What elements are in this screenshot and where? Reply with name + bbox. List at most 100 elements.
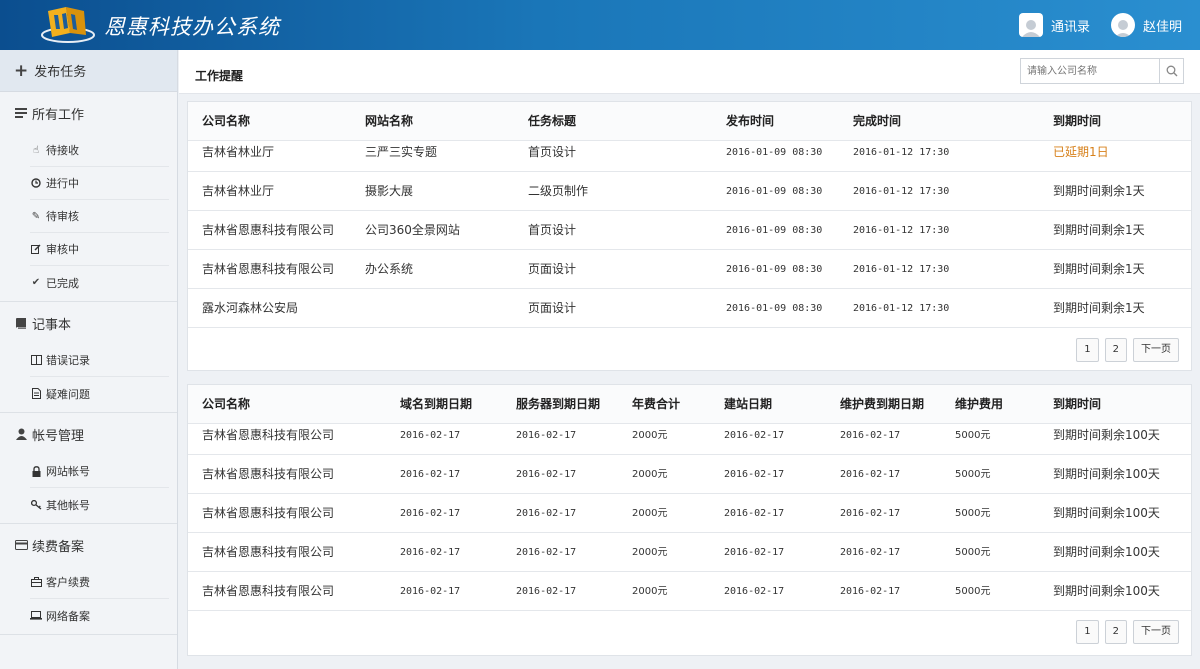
sidebar-item-other-accounts[interactable]: 其他帐号 [30, 488, 169, 521]
cell-finish-time: 2016-01-12 17:30 [853, 147, 950, 158]
avatar [1111, 13, 1135, 37]
sidebar-item-pending-receive[interactable]: ☝ 待接收 [30, 134, 169, 167]
cell-company: 吉林省恩惠科技有限公司 [202, 506, 335, 520]
cell-due-status: 到期时间剩余100天 [1053, 545, 1160, 559]
table-row[interactable]: 吉林省恩惠科技有限公司 2016-02-17 2016-02-17 2000元 … [188, 455, 1191, 494]
company-search [1020, 58, 1184, 84]
table-row[interactable]: 吉林省林业厅 三严三实专题 首页设计 2016-01-09 08:30 2016… [188, 133, 1191, 172]
cell-site: 三严三实专题 [365, 145, 438, 159]
table-row[interactable]: 吉林省恩惠科技有限公司 2016-02-17 2016-02-17 2000元 … [188, 572, 1191, 611]
sidebar-item-error-log[interactable]: 错误记录 [30, 344, 169, 377]
cell-due-status: 到期时间剩余1天 [1053, 184, 1145, 198]
laptop-icon [30, 611, 42, 620]
content-header: 工作提醒 [179, 50, 1200, 94]
sidebar-item-hard-problems[interactable]: 疑难问题 [30, 377, 169, 410]
app-title: 恩惠科技办公系统 [104, 15, 280, 39]
cell-publish-time: 2016-01-09 08:30 [726, 264, 823, 275]
search-button[interactable] [1159, 59, 1183, 83]
cell-site: 公司360全景网站 [365, 223, 460, 237]
cell-maintenance-expiry: 2016-02-17 [840, 547, 901, 558]
cell-finish-time: 2016-01-12 17:30 [853, 303, 950, 314]
sidebar-group-label: 所有工作 [32, 107, 85, 123]
cell-due-status: 到期时间剩余1天 [1053, 223, 1145, 237]
sidebar-item-label: 网站帐号 [46, 465, 90, 478]
sidebar-item-label: 客户续费 [46, 576, 90, 589]
next-page-button[interactable]: 下一页 [1133, 338, 1179, 362]
cell-maintenance-expiry: 2016-02-17 [840, 430, 901, 441]
cell-company: 露水河森林公安局 [202, 301, 299, 315]
briefcase-icon [30, 577, 42, 587]
sidebar-item-completed[interactable]: ✔ 已完成 [30, 266, 169, 299]
document-icon [30, 388, 42, 399]
company-logo[interactable] [40, 5, 96, 45]
sidebar-item-pending-review[interactable]: ✎ 待审核 [30, 200, 169, 233]
cell-domain-expiry: 2016-02-17 [400, 586, 461, 597]
cell-company: 吉林省恩惠科技有限公司 [202, 428, 335, 442]
cell-maintenance-fee: 5000元 [955, 430, 991, 441]
table-row[interactable]: 露水河森林公安局 页面设计 2016-01-09 08:30 2016-01-1… [188, 289, 1191, 328]
cell-maintenance-fee: 5000元 [955, 469, 991, 480]
page-1-button[interactable]: 1 [1076, 620, 1099, 644]
sidebar-item-customer-renewal[interactable]: 客户续费 [30, 566, 169, 599]
sidebar-item-site-accounts[interactable]: 网站帐号 [30, 455, 169, 488]
sidebar-group-renewal: 续费备案 客户续费 网络备案 [0, 524, 177, 635]
sidebar-group-all-work: 所有工作 ☝ 待接收 进行中 ✎ 待审核 审核中 ✔ 已完成 [0, 92, 177, 302]
sidebar-group-accounts: 帐号管理 网站帐号 其他帐号 [0, 413, 177, 524]
cell-build-date: 2016-02-17 [724, 430, 785, 441]
cell-annual-fee: 2000元 [632, 586, 668, 597]
sidebar-item-label: 进行中 [46, 177, 79, 190]
sidebar-item-label: 疑难问题 [46, 387, 90, 401]
task-reminder-panel: 公司名称 网站名称 任务标题 发布时间 完成时间 到期时间 吉林省林业厅 三严三… [187, 101, 1192, 371]
cell-maintenance-fee: 5000元 [955, 586, 991, 597]
table-row[interactable]: 吉林省恩惠科技有限公司 公司360全景网站 首页设计 2016-01-09 08… [188, 211, 1191, 250]
table-row[interactable]: 吉林省恩惠科技有限公司 2016-02-17 2016-02-17 2000元 … [188, 533, 1191, 572]
book-icon [14, 317, 28, 329]
cell-publish-time: 2016-01-09 08:30 [726, 186, 823, 197]
page-1-button[interactable]: 1 [1076, 338, 1099, 362]
cell-build-date: 2016-02-17 [724, 547, 785, 558]
sidebar-group-title[interactable]: 所有工作 [0, 92, 177, 134]
sidebar-group-title[interactable]: 帐号管理 [0, 413, 177, 455]
table-row[interactable]: 吉林省恩惠科技有限公司 办公系统 页面设计 2016-01-09 08:30 2… [188, 250, 1191, 289]
table-row[interactable]: 吉林省恩惠科技有限公司 2016-02-17 2016-02-17 2000元 … [188, 416, 1191, 455]
sidebar-group-title[interactable]: 续费备案 [0, 524, 177, 566]
sidebar-item-label: 错误记录 [46, 354, 90, 367]
publish-task-button[interactable]: + 发布任务 [0, 50, 177, 92]
cell-due-status: 到期时间剩余100天 [1053, 584, 1160, 598]
cell-task: 页面设计 [528, 262, 577, 276]
cell-maintenance-expiry: 2016-02-17 [840, 508, 901, 519]
contacts-link[interactable]: 通讯录 [1019, 13, 1090, 37]
cell-task: 首页设计 [528, 223, 577, 237]
sidebar-item-network-filing[interactable]: 网络备案 [30, 599, 169, 632]
plus-icon: + [14, 60, 29, 81]
cell-server-expiry: 2016-02-17 [516, 586, 577, 597]
cell-due-status: 到期时间剩余100天 [1053, 506, 1160, 520]
sidebar-item-label: 已完成 [46, 276, 79, 290]
cell-task: 页面设计 [528, 301, 577, 315]
cell-annual-fee: 2000元 [632, 547, 668, 558]
sidebar: + 发布任务 所有工作 ☝ 待接收 进行中 ✎ 待审核 审核中 ✔ 已完成 记事本 错… [0, 50, 178, 669]
check-icon: ✔ [31, 277, 41, 288]
table-row[interactable]: 吉林省林业厅 摄影大展 二级页制作 2016-01-09 08:30 2016-… [188, 172, 1191, 211]
cell-due-status: 到期时间剩余1天 [1053, 262, 1145, 276]
clock-icon [30, 178, 42, 188]
columns-icon [30, 355, 42, 365]
sidebar-item-label: 审核中 [46, 243, 79, 256]
search-icon [1166, 65, 1177, 77]
edit-icon [30, 244, 42, 254]
renewal-reminder-panel: 公司名称 域名到期日期 服务器到期日期 年费合计 建站日期 维护费到期日期 维护… [187, 384, 1192, 656]
cell-task: 二级页制作 [528, 184, 589, 198]
cell-company: 吉林省恩惠科技有限公司 [202, 584, 335, 598]
user-menu[interactable]: 赵佳明 [1111, 13, 1182, 37]
lock-icon [30, 465, 42, 477]
page-2-button[interactable]: 2 [1104, 338, 1127, 362]
sidebar-group-title[interactable]: 记事本 [0, 302, 177, 344]
cell-company: 吉林省林业厅 [202, 184, 275, 198]
search-input[interactable] [1021, 59, 1161, 83]
next-page-button[interactable]: 下一页 [1133, 620, 1179, 644]
sidebar-item-in-progress[interactable]: 进行中 [30, 167, 169, 200]
page-2-button[interactable]: 2 [1104, 620, 1127, 644]
sidebar-group-label: 帐号管理 [32, 428, 85, 444]
table-row[interactable]: 吉林省恩惠科技有限公司 2016-02-17 2016-02-17 2000元 … [188, 494, 1191, 533]
sidebar-item-reviewing[interactable]: 审核中 [30, 233, 169, 266]
